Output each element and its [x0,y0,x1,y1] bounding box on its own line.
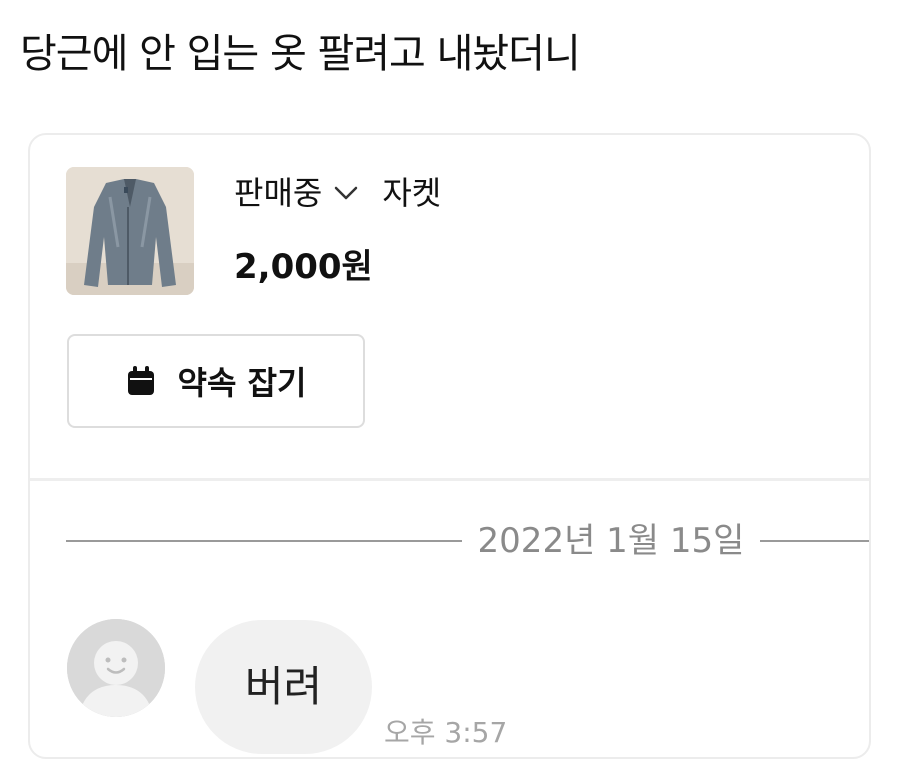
appointment-label: 약속 잡기 [177,364,307,402]
sale-status-dropdown[interactable]: 판매중 [234,171,322,215]
sender-avatar[interactable] [67,619,165,717]
date-line-right [760,540,869,542]
message-timestamp: 오후 3:57 [384,716,508,749]
chat-card: 판매중 자켓 2,000원 약속 잡기 2022년 1월 15일 버려 오후 3… [28,133,871,759]
product-thumbnail[interactable] [66,167,194,295]
section-divider [30,478,869,481]
default-avatar-icon [67,619,165,717]
message-bubble[interactable]: 버려 [195,620,372,754]
date-line-left [66,540,462,542]
chevron-down-icon[interactable] [332,183,360,203]
make-appointment-button[interactable]: 약속 잡기 [67,334,365,428]
jacket-photo-icon [66,167,194,295]
product-name[interactable]: 자켓 [382,171,441,215]
message-text: 버려 [244,662,323,711]
chat-date: 2022년 1월 15일 [477,521,745,561]
post-title: 당근에 안 입는 옷 팔려고 내놨더니 [20,31,581,77]
product-status-row: 판매중 자켓 [234,171,441,215]
product-price: 2,000원 [234,247,373,287]
calendar-icon [126,365,156,397]
date-separator: 2022년 1월 15일 [66,519,869,563]
